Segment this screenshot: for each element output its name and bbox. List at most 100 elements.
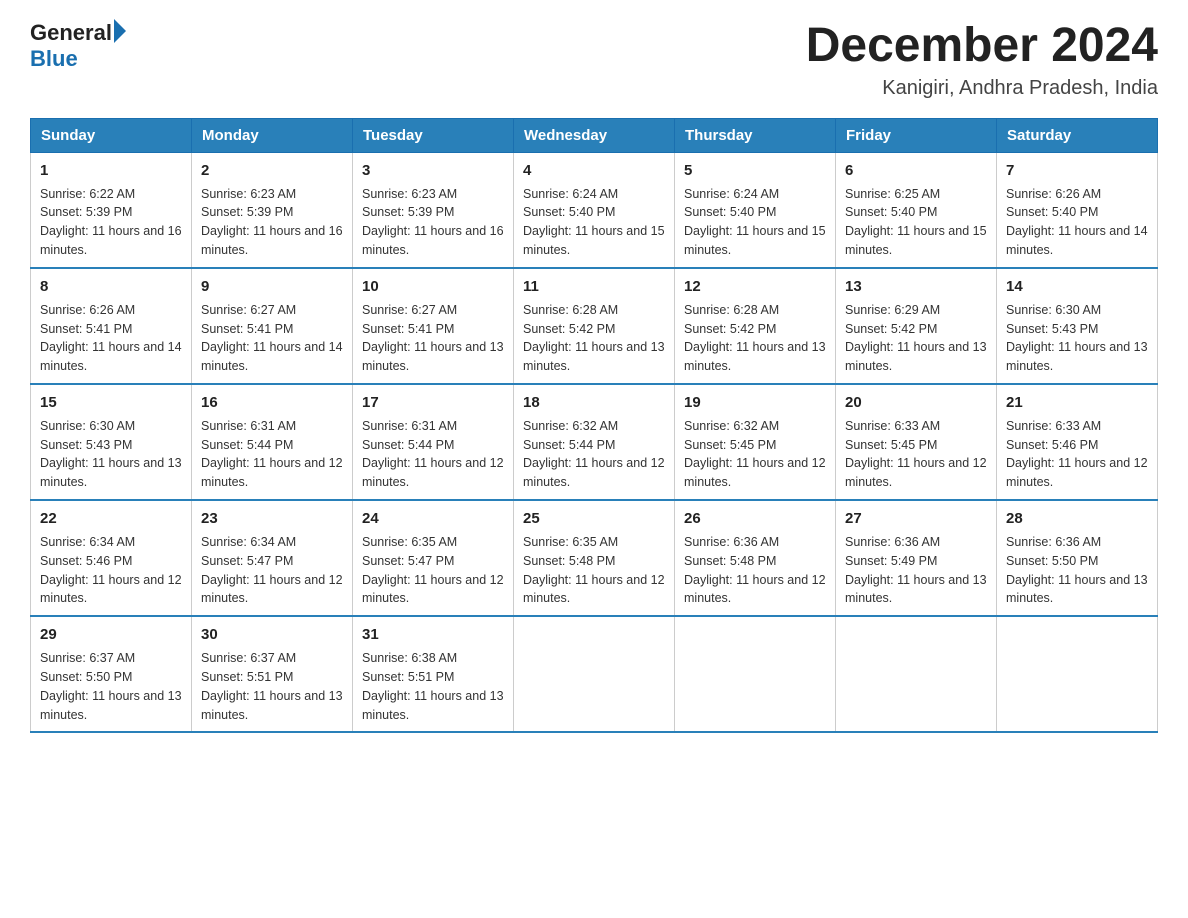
- day-info: Sunrise: 6:33 AMSunset: 5:46 PMDaylight:…: [1006, 419, 1148, 490]
- logo-triangle-icon: [114, 19, 126, 43]
- day-info: Sunrise: 6:36 AMSunset: 5:48 PMDaylight:…: [684, 535, 826, 606]
- calendar-cell: 12 Sunrise: 6:28 AMSunset: 5:42 PMDaylig…: [675, 268, 836, 384]
- day-info: Sunrise: 6:31 AMSunset: 5:44 PMDaylight:…: [362, 419, 504, 490]
- day-info: Sunrise: 6:38 AMSunset: 5:51 PMDaylight:…: [362, 651, 504, 722]
- day-number: 12: [684, 276, 826, 298]
- day-number: 20: [845, 392, 987, 414]
- day-info: Sunrise: 6:23 AMSunset: 5:39 PMDaylight:…: [201, 187, 343, 258]
- calendar-cell: 22 Sunrise: 6:34 AMSunset: 5:46 PMDaylig…: [31, 500, 192, 616]
- day-info: Sunrise: 6:23 AMSunset: 5:39 PMDaylight:…: [362, 187, 504, 258]
- day-info: Sunrise: 6:27 AMSunset: 5:41 PMDaylight:…: [362, 303, 504, 374]
- calendar-cell: 17 Sunrise: 6:31 AMSunset: 5:44 PMDaylig…: [353, 384, 514, 500]
- calendar-week-row: 29 Sunrise: 6:37 AMSunset: 5:50 PMDaylig…: [31, 616, 1158, 732]
- day-number: 17: [362, 392, 504, 414]
- calendar-cell: [836, 616, 997, 732]
- calendar-cell: 1 Sunrise: 6:22 AMSunset: 5:39 PMDayligh…: [31, 152, 192, 268]
- day-info: Sunrise: 6:36 AMSunset: 5:49 PMDaylight:…: [845, 535, 987, 606]
- day-number: 21: [1006, 392, 1148, 414]
- calendar-cell: 20 Sunrise: 6:33 AMSunset: 5:45 PMDaylig…: [836, 384, 997, 500]
- calendar-cell: 16 Sunrise: 6:31 AMSunset: 5:44 PMDaylig…: [192, 384, 353, 500]
- day-info: Sunrise: 6:31 AMSunset: 5:44 PMDaylight:…: [201, 419, 343, 490]
- calendar-cell: 5 Sunrise: 6:24 AMSunset: 5:40 PMDayligh…: [675, 152, 836, 268]
- day-number: 14: [1006, 276, 1148, 298]
- day-number: 29: [40, 624, 182, 646]
- calendar-week-row: 22 Sunrise: 6:34 AMSunset: 5:46 PMDaylig…: [31, 500, 1158, 616]
- day-number: 31: [362, 624, 504, 646]
- day-info: Sunrise: 6:30 AMSunset: 5:43 PMDaylight:…: [1006, 303, 1148, 374]
- day-info: Sunrise: 6:28 AMSunset: 5:42 PMDaylight:…: [684, 303, 826, 374]
- day-info: Sunrise: 6:34 AMSunset: 5:47 PMDaylight:…: [201, 535, 343, 606]
- day-number: 13: [845, 276, 987, 298]
- day-info: Sunrise: 6:35 AMSunset: 5:47 PMDaylight:…: [362, 535, 504, 606]
- calendar-cell: [514, 616, 675, 732]
- calendar-cell: 2 Sunrise: 6:23 AMSunset: 5:39 PMDayligh…: [192, 152, 353, 268]
- day-number: 30: [201, 624, 343, 646]
- day-number: 5: [684, 160, 826, 182]
- day-number: 28: [1006, 508, 1148, 530]
- calendar-cell: [997, 616, 1158, 732]
- calendar-cell: 7 Sunrise: 6:26 AMSunset: 5:40 PMDayligh…: [997, 152, 1158, 268]
- day-info: Sunrise: 6:26 AMSunset: 5:40 PMDaylight:…: [1006, 187, 1148, 258]
- day-number: 18: [523, 392, 665, 414]
- calendar-header-row: SundayMondayTuesdayWednesdayThursdayFrid…: [31, 118, 1158, 152]
- day-number: 19: [684, 392, 826, 414]
- calendar-cell: 24 Sunrise: 6:35 AMSunset: 5:47 PMDaylig…: [353, 500, 514, 616]
- day-number: 25: [523, 508, 665, 530]
- calendar-cell: 27 Sunrise: 6:36 AMSunset: 5:49 PMDaylig…: [836, 500, 997, 616]
- logo: General Blue: [30, 20, 126, 72]
- day-info: Sunrise: 6:36 AMSunset: 5:50 PMDaylight:…: [1006, 535, 1148, 606]
- calendar-header-thursday: Thursday: [675, 118, 836, 152]
- day-info: Sunrise: 6:25 AMSunset: 5:40 PMDaylight:…: [845, 187, 987, 258]
- day-number: 1: [40, 160, 182, 182]
- calendar-table: SundayMondayTuesdayWednesdayThursdayFrid…: [30, 118, 1158, 734]
- logo-blue-text: Blue: [30, 46, 78, 72]
- calendar-cell: 9 Sunrise: 6:27 AMSunset: 5:41 PMDayligh…: [192, 268, 353, 384]
- calendar-header-sunday: Sunday: [31, 118, 192, 152]
- day-info: Sunrise: 6:32 AMSunset: 5:45 PMDaylight:…: [684, 419, 826, 490]
- day-info: Sunrise: 6:30 AMSunset: 5:43 PMDaylight:…: [40, 419, 182, 490]
- day-number: 8: [40, 276, 182, 298]
- day-info: Sunrise: 6:27 AMSunset: 5:41 PMDaylight:…: [201, 303, 343, 374]
- calendar-cell: 19 Sunrise: 6:32 AMSunset: 5:45 PMDaylig…: [675, 384, 836, 500]
- day-number: 2: [201, 160, 343, 182]
- day-number: 15: [40, 392, 182, 414]
- calendar-cell: 23 Sunrise: 6:34 AMSunset: 5:47 PMDaylig…: [192, 500, 353, 616]
- day-info: Sunrise: 6:37 AMSunset: 5:51 PMDaylight:…: [201, 651, 343, 722]
- day-info: Sunrise: 6:26 AMSunset: 5:41 PMDaylight:…: [40, 303, 182, 374]
- day-info: Sunrise: 6:34 AMSunset: 5:46 PMDaylight:…: [40, 535, 182, 606]
- day-info: Sunrise: 6:24 AMSunset: 5:40 PMDaylight:…: [523, 187, 665, 258]
- day-number: 16: [201, 392, 343, 414]
- calendar-header-friday: Friday: [836, 118, 997, 152]
- calendar-cell: 11 Sunrise: 6:28 AMSunset: 5:42 PMDaylig…: [514, 268, 675, 384]
- day-number: 3: [362, 160, 504, 182]
- calendar-week-row: 15 Sunrise: 6:30 AMSunset: 5:43 PMDaylig…: [31, 384, 1158, 500]
- day-number: 22: [40, 508, 182, 530]
- calendar-cell: 14 Sunrise: 6:30 AMSunset: 5:43 PMDaylig…: [997, 268, 1158, 384]
- calendar-cell: 4 Sunrise: 6:24 AMSunset: 5:40 PMDayligh…: [514, 152, 675, 268]
- calendar-header-tuesday: Tuesday: [353, 118, 514, 152]
- calendar-header-monday: Monday: [192, 118, 353, 152]
- calendar-cell: 26 Sunrise: 6:36 AMSunset: 5:48 PMDaylig…: [675, 500, 836, 616]
- calendar-header-saturday: Saturday: [997, 118, 1158, 152]
- month-title: December 2024: [806, 20, 1158, 73]
- day-number: 26: [684, 508, 826, 530]
- calendar-cell: 31 Sunrise: 6:38 AMSunset: 5:51 PMDaylig…: [353, 616, 514, 732]
- calendar-cell: 6 Sunrise: 6:25 AMSunset: 5:40 PMDayligh…: [836, 152, 997, 268]
- day-number: 4: [523, 160, 665, 182]
- calendar-cell: 8 Sunrise: 6:26 AMSunset: 5:41 PMDayligh…: [31, 268, 192, 384]
- calendar-cell: 13 Sunrise: 6:29 AMSunset: 5:42 PMDaylig…: [836, 268, 997, 384]
- calendar-week-row: 1 Sunrise: 6:22 AMSunset: 5:39 PMDayligh…: [31, 152, 1158, 268]
- calendar-cell: 15 Sunrise: 6:30 AMSunset: 5:43 PMDaylig…: [31, 384, 192, 500]
- day-info: Sunrise: 6:37 AMSunset: 5:50 PMDaylight:…: [40, 651, 182, 722]
- day-info: Sunrise: 6:22 AMSunset: 5:39 PMDaylight:…: [40, 187, 182, 258]
- calendar-cell: 25 Sunrise: 6:35 AMSunset: 5:48 PMDaylig…: [514, 500, 675, 616]
- calendar-cell: 21 Sunrise: 6:33 AMSunset: 5:46 PMDaylig…: [997, 384, 1158, 500]
- day-number: 9: [201, 276, 343, 298]
- day-info: Sunrise: 6:28 AMSunset: 5:42 PMDaylight:…: [523, 303, 665, 374]
- calendar-header-wednesday: Wednesday: [514, 118, 675, 152]
- calendar-cell: 30 Sunrise: 6:37 AMSunset: 5:51 PMDaylig…: [192, 616, 353, 732]
- day-number: 10: [362, 276, 504, 298]
- day-number: 6: [845, 160, 987, 182]
- day-info: Sunrise: 6:35 AMSunset: 5:48 PMDaylight:…: [523, 535, 665, 606]
- calendar-cell: 3 Sunrise: 6:23 AMSunset: 5:39 PMDayligh…: [353, 152, 514, 268]
